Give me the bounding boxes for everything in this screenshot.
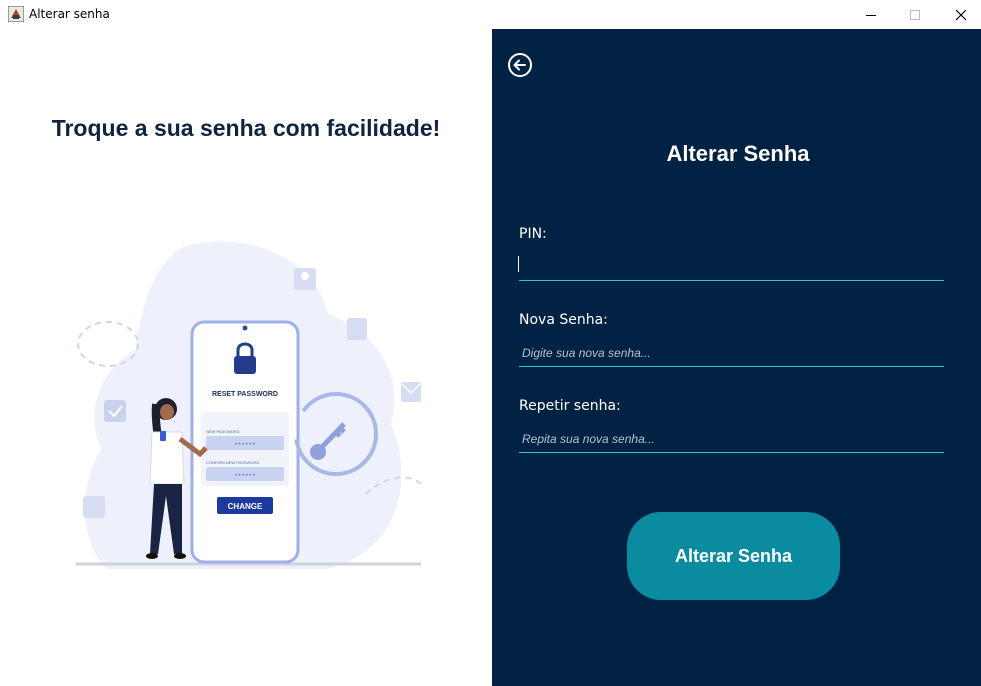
- phone-confirm-label: CONFIRM NEW PASSWORD: [206, 460, 259, 465]
- reset-password-illustration: RESET PASSWORD NEW PASSWORD •••••• CONFI…: [76, 241, 422, 570]
- pin-input[interactable]: [519, 254, 944, 281]
- minimize-icon: [866, 14, 876, 16]
- repeat-password-input[interactable]: [519, 426, 944, 453]
- phone-new-password-label: NEW PASSWORD: [206, 429, 240, 434]
- left-panel: Troque a sua senha com facilidade! RESET…: [0, 29, 492, 686]
- java-app-icon: [7, 5, 25, 23]
- page-headline: Troque a sua senha com facilidade!: [51, 115, 441, 141]
- close-button[interactable]: [938, 0, 981, 29]
- new-password-input[interactable]: [519, 340, 944, 367]
- window-title-bar: Alterar senha: [0, 0, 981, 29]
- new-password-label: Nova Senha:: [519, 312, 608, 328]
- minimize-button[interactable]: [848, 0, 894, 29]
- phone-change-button: CHANGE: [228, 502, 263, 511]
- maximize-button[interactable]: [892, 0, 938, 29]
- form-title: Alterar Senha: [666, 141, 810, 166]
- phone-heading: RESET PASSWORD: [212, 391, 278, 398]
- phone-masked-new: ••••••: [234, 441, 255, 448]
- text-caret: [518, 256, 519, 272]
- repeat-password-label: Repetir senha:: [519, 398, 621, 414]
- change-password-button[interactable]: Alterar Senha: [627, 512, 840, 600]
- window-title: Alterar senha: [29, 7, 110, 21]
- maximize-icon: [910, 9, 920, 20]
- phone-masked-confirm: ••••••: [234, 472, 255, 479]
- change-password-form-panel: Alterar Senha PIN: Nova Senha: Repetir s…: [492, 29, 981, 686]
- close-icon: [955, 9, 967, 20]
- back-button[interactable]: [506, 51, 534, 79]
- pin-label: PIN:: [519, 226, 547, 242]
- arrow-left-circle-icon: [508, 53, 532, 77]
